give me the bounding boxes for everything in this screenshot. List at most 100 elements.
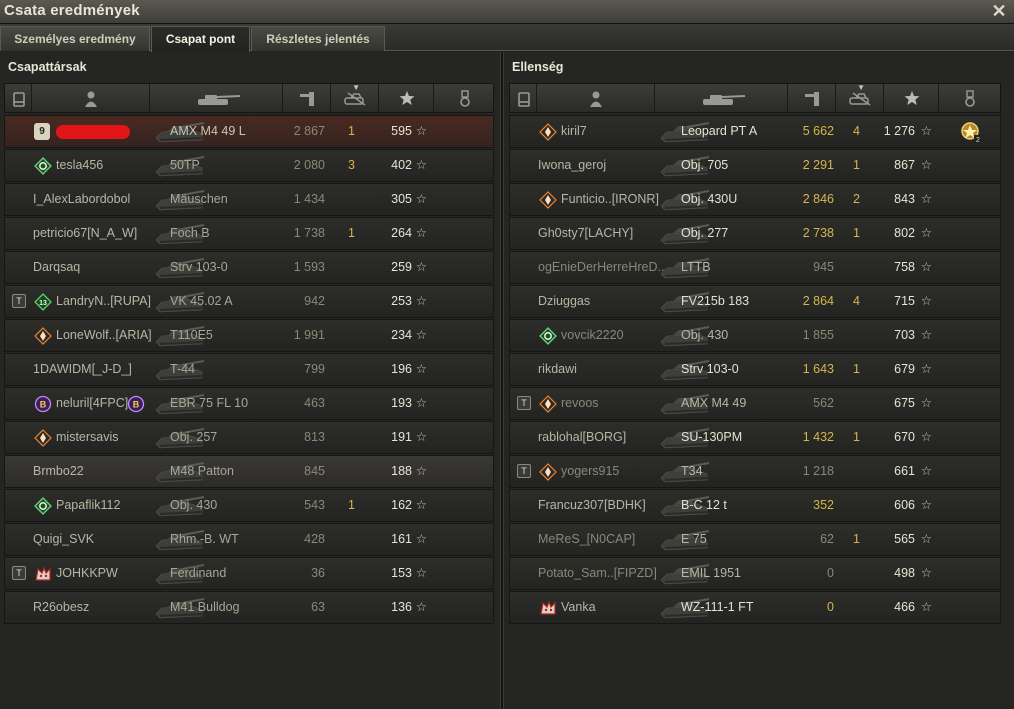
player-name: JOHKKPW: [56, 566, 118, 580]
table-row[interactable]: tesla456 50TP 2 080 3 402 ☆: [4, 149, 494, 182]
column-vehicle-class[interactable]: [510, 84, 537, 112]
points-value: 191: [391, 430, 412, 444]
table-row[interactable]: Brmbo22 M48 Patton 845 188 ☆: [4, 455, 494, 488]
table-row[interactable]: Trevoos AMX M4 49 562 675 ☆: [509, 387, 1001, 420]
tank-name: VK 45.02 A: [170, 294, 233, 308]
star-icon: ☆: [415, 532, 427, 546]
tank-name: Obj. 705: [681, 158, 729, 172]
column-medal[interactable]: [434, 84, 495, 112]
table-row[interactable]: ogEnieDerHerreHreD.. LTTB 945 758 ☆: [509, 251, 1001, 284]
table-row[interactable]: T 13 LandryN..[RUPA] VK 45.02 A 942 253 ☆: [4, 285, 494, 318]
player-name: petricio67[N_A_W]: [33, 226, 138, 240]
table-row[interactable]: 1DAWIDM[_J-D_] T-44 799 196 ☆: [4, 353, 494, 386]
table-row[interactable]: mistersavis Obj. 257 813 191 ☆: [4, 421, 494, 454]
damage-value: 2 867: [293, 124, 325, 138]
column-player[interactable]: [537, 84, 655, 112]
star-icon: ☆: [415, 396, 427, 410]
tab-detailed-report[interactable]: Részletes jelentés: [251, 26, 385, 51]
star-icon: ☆: [415, 124, 427, 138]
table-row[interactable]: rablohal[BORG] SU-130PM 1 432 1 670 ☆: [509, 421, 1001, 454]
player-name: ogEnieDerHerreHreD..: [538, 260, 665, 274]
points-star-icon: [904, 91, 919, 105]
green-diamond-icon: [34, 497, 52, 515]
table-row[interactable]: 9 AMX M4 49 L 2 867 1 595 ☆: [4, 115, 494, 148]
table-row[interactable]: Francuz307[BDHK] B-C 12 t 352 606 ☆: [509, 489, 1001, 522]
player-name: Brmbo22: [33, 464, 84, 478]
tank-name: 50TP: [170, 158, 200, 172]
points-value: 661: [894, 464, 915, 478]
tab-personal-results[interactable]: Személyes eredmény: [0, 26, 150, 51]
table-row[interactable]: LoneWolf..[ARIA] T110E5 1 991 234 ☆: [4, 319, 494, 352]
column-kills[interactable]: ▼: [836, 83, 884, 112]
enemies-title: Ellenség: [512, 60, 564, 74]
tank-icon: [702, 95, 745, 105]
table-row[interactable]: petricio67[N_A_W] Foch B 1 738 1 264 ☆: [4, 217, 494, 250]
column-tank[interactable]: [150, 84, 283, 112]
column-tank[interactable]: [655, 84, 788, 112]
table-row[interactable]: Funticio..[IRONR] Obj. 430U 2 846 2 843 ☆: [509, 183, 1001, 216]
star-icon: ☆: [920, 226, 932, 240]
star-icon: ☆: [920, 430, 932, 444]
damage-icon: [300, 92, 314, 106]
tank-name: Foch B: [170, 226, 210, 240]
table-row[interactable]: Iwona_geroj Obj. 705 2 291 1 867 ☆: [509, 149, 1001, 182]
table-row[interactable]: Dziuggas FV215b 183 2 864 4 715 ☆: [509, 285, 1001, 318]
tank-name: AMX M4 49: [681, 396, 747, 410]
medal-icon: [459, 90, 470, 107]
star-icon: ☆: [920, 566, 932, 580]
damage-value: 2 080: [293, 158, 325, 172]
table-row[interactable]: Tyogers915 T34 1 218 661 ☆: [509, 455, 1001, 488]
tier-badge: 9: [34, 123, 50, 140]
tank-name: WZ-111-1 FT: [681, 600, 754, 614]
tank-name: T-44: [170, 362, 196, 376]
points-value: 679: [894, 362, 915, 376]
kills-value: 1: [853, 430, 860, 444]
damage-value: 1 432: [802, 430, 834, 444]
player-name: Vanka: [561, 600, 596, 614]
column-damage[interactable]: [283, 84, 331, 112]
tank-name: E 75: [681, 532, 707, 546]
damage-value: 1 218: [802, 464, 834, 478]
player-name: yogers915: [561, 464, 620, 478]
hidden-name-bar: [56, 125, 130, 139]
points-value: 153: [391, 566, 412, 580]
tank-name: Obj. 257: [170, 430, 218, 444]
column-points-star[interactable]: [379, 84, 434, 112]
table-row[interactable]: T JOHKKPW Ferdinand 36 153 ☆: [4, 557, 494, 590]
player-name: Iwona_geroj: [538, 158, 607, 172]
table-row[interactable]: I_AlexLabordobol Mäuschen 1 434 305 ☆: [4, 183, 494, 216]
column-vehicle-class[interactable]: [5, 84, 32, 112]
table-row[interactable]: Gh0sty7[LACHY] Obj. 277 2 738 1 802 ☆: [509, 217, 1001, 250]
column-points-star[interactable]: [884, 84, 939, 112]
table-row[interactable]: kiril7 Leopard PT A 5 662 4 1 276 ☆ 2: [509, 115, 1001, 148]
player-name: Dziuggas: [538, 294, 591, 308]
voice-chat-icon: T: [517, 396, 531, 410]
table-row[interactable]: Potato_Sam..[FIPZD] EMIL 1951 0 498 ☆: [509, 557, 1001, 590]
damage-value: 5 662: [802, 124, 834, 138]
close-icon[interactable]: ✕: [990, 1, 1008, 21]
table-row[interactable]: MeReS_[N0CAP] E 75 62 1 565 ☆: [509, 523, 1001, 556]
column-player[interactable]: [32, 84, 150, 112]
points-value: 161: [391, 532, 412, 546]
column-kills[interactable]: ▼: [331, 83, 379, 112]
table-row[interactable]: rikdawi Strv 103-0 1 643 1 679 ☆: [509, 353, 1001, 386]
column-medal[interactable]: [939, 84, 1000, 112]
svg-text:B: B: [40, 400, 47, 410]
table-row[interactable]: Darqsaq Strv 103-0 1 593 259 ☆: [4, 251, 494, 284]
star-icon: ☆: [920, 294, 932, 308]
enemies-panel: Ellenség ▼ kiril7 Leopard PT A 5 662 4 1 276…: [504, 52, 1014, 709]
table-row[interactable]: Bneluril[4FPC] B EBR 75 FL 10 463 193 ☆: [4, 387, 494, 420]
table-row[interactable]: Papaflik112 Obj. 430 543 1 162 ☆: [4, 489, 494, 522]
medal-icon[interactable]: 2: [959, 120, 983, 144]
table-row[interactable]: Quigi_SVK Rhm.-B. WT 428 161 ☆: [4, 523, 494, 556]
column-damage[interactable]: [788, 84, 836, 112]
points-value: 259: [391, 260, 412, 274]
table-row[interactable]: vovcik2220 Obj. 430 1 855 703 ☆: [509, 319, 1001, 352]
points-value: 466: [894, 600, 915, 614]
vehicle-class-icon: [12, 92, 25, 107]
table-row[interactable]: Vanka WZ-111-1 FT 0 466 ☆: [509, 591, 1001, 624]
star-icon: ☆: [415, 192, 427, 206]
table-row[interactable]: R26obesz M41 Bulldog 63 136 ☆: [4, 591, 494, 624]
tank-name: T110E5: [170, 328, 213, 342]
tab-team-score[interactable]: Csapat pont: [151, 26, 250, 52]
